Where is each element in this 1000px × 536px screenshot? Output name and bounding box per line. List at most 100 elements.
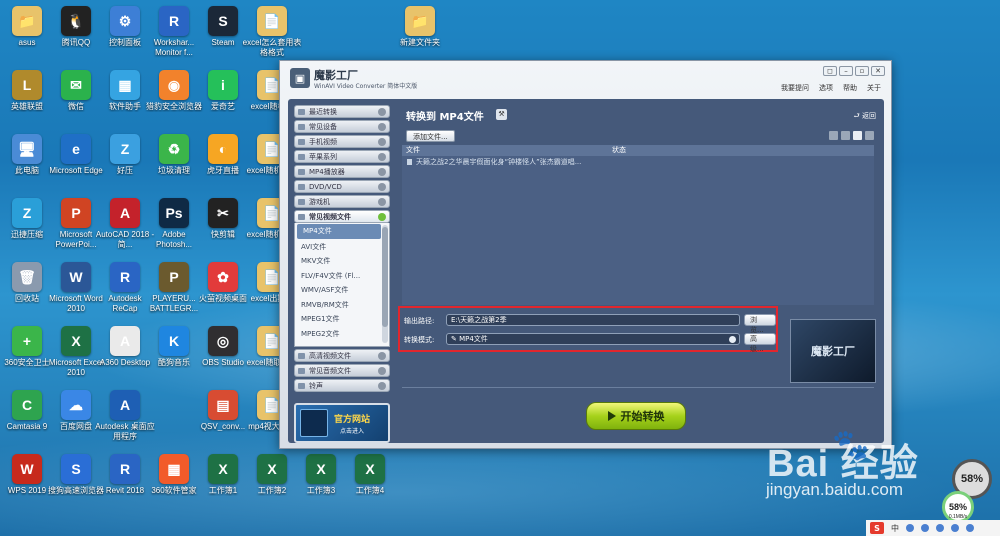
desktop-icon[interactable]: e Microsoft Edge xyxy=(49,134,103,176)
desktop-icon[interactable]: ♻ 垃圾清理 xyxy=(149,134,199,176)
desktop-icon[interactable]: ✿ 火萤视频桌面 xyxy=(198,262,248,304)
expand-icon[interactable] xyxy=(378,352,386,360)
format-item[interactable]: MP4文件 xyxy=(297,224,381,239)
desktop-icon[interactable]: 🖥 此电脑 xyxy=(2,134,52,176)
category-bottom-2[interactable]: 铃声 xyxy=(294,379,390,392)
desktop-icon[interactable]: ▦ 360软件管家 xyxy=(149,454,199,496)
view-large-icon[interactable] xyxy=(865,131,874,140)
desktop-icon[interactable]: Z 好压 xyxy=(100,134,150,176)
view-small-icon[interactable] xyxy=(853,131,862,140)
desktop-icon[interactable]: P PLAYERU... BATTLEGR... xyxy=(149,262,199,314)
output-path-field[interactable]: E:\天籁之战第2季 xyxy=(446,314,740,326)
desktop-icon[interactable]: ⚙ 控制面板 xyxy=(100,6,150,48)
desktop-icon[interactable]: 🐧 腾讯QQ xyxy=(51,6,101,48)
column-file[interactable]: 文件 xyxy=(406,145,420,156)
expand-icon[interactable] xyxy=(378,153,386,161)
menu-help[interactable]: 帮助 xyxy=(843,83,857,93)
expand-icon[interactable] xyxy=(378,198,386,206)
desktop-icon[interactable]: ▦ 软件助手 xyxy=(100,70,150,112)
desktop-icon[interactable]: R Revit 2018 xyxy=(100,454,150,496)
desktop-icon[interactable]: ▤ QSV_conv... xyxy=(198,390,248,432)
desktop-icon[interactable]: X 工作簿4 xyxy=(345,454,395,496)
maximize-button[interactable]: ▫ xyxy=(855,66,869,76)
category-bottom-0[interactable]: 高清视频文件 xyxy=(294,349,390,362)
category-bottom-1[interactable]: 常见音频文件 xyxy=(294,364,390,377)
mode-select[interactable]: ✎ MP4文件 xyxy=(446,333,740,345)
expand-icon[interactable] xyxy=(378,108,386,116)
desktop-icon[interactable]: R Workshar... Monitor f... xyxy=(149,6,199,58)
expand-icon[interactable] xyxy=(378,138,386,146)
desktop-icon[interactable]: A Autodesk 桌面应用程序 xyxy=(95,390,155,442)
add-file-button[interactable]: 添加文件... xyxy=(406,130,455,142)
desktop-icon[interactable]: A AutoCAD 2018 - 简... xyxy=(96,198,154,250)
category-6[interactable]: 游戏机 xyxy=(294,195,390,208)
desktop-icon[interactable]: X Microsoft Excel 2010 xyxy=(49,326,103,378)
desktop-icon[interactable]: 📁 新建文件夹 xyxy=(395,6,445,48)
expand-icon[interactable] xyxy=(378,183,386,191)
desktop-icon[interactable]: 🗑 回收站 xyxy=(2,262,52,304)
category-3[interactable]: 苹果系列 xyxy=(294,150,390,163)
column-status[interactable]: 状态 xyxy=(612,145,626,156)
window-titlebar[interactable]: ▣ 魔影工厂 WinAVI Video Converter 简体中文版 ◻ – … xyxy=(280,61,891,95)
sogou-ime-icon[interactable]: S xyxy=(870,522,884,534)
desktop-icon[interactable]: R Autodesk ReCap xyxy=(100,262,150,314)
official-site-banner[interactable]: 官方网站 点击进入 xyxy=(294,403,390,443)
category-4[interactable]: MP4播放器 xyxy=(294,165,390,178)
punctuation-icon[interactable] xyxy=(906,524,914,532)
browse-button[interactable]: 浏览... xyxy=(744,314,776,334)
speed-gauge[interactable]: 58% 0.1MB/s xyxy=(942,491,974,523)
format-item[interactable]: AVI文件 xyxy=(295,240,389,255)
skin-button[interactable]: ◻ xyxy=(823,66,837,76)
desktop-icon[interactable]: C Camtasia 9 xyxy=(2,390,52,432)
skin-icon[interactable] xyxy=(951,524,959,532)
menu-options[interactable]: 选项 xyxy=(819,83,833,93)
desktop-icon[interactable]: X 工作簿3 xyxy=(296,454,346,496)
minimize-button[interactable]: – xyxy=(839,66,853,76)
category-7[interactable]: 常见视频文件 xyxy=(294,210,390,223)
expand-icon[interactable] xyxy=(378,213,386,221)
desktop-icon[interactable]: W Microsoft Word 2010 xyxy=(49,262,103,314)
view-list-icon[interactable] xyxy=(829,131,838,140)
view-detail-icon[interactable] xyxy=(841,131,850,140)
desktop-icon[interactable]: ✂ 快剪辑 xyxy=(198,198,248,240)
format-item[interactable]: MKV文件 xyxy=(295,254,389,269)
desktop-icon[interactable]: X 工作簿2 xyxy=(247,454,297,496)
toolbox-icon[interactable] xyxy=(966,524,974,532)
close-button[interactable]: ✕ xyxy=(871,66,885,76)
settings-tool-icon[interactable]: ⚒ xyxy=(496,109,507,120)
menu-ask[interactable]: 我要提问 xyxy=(781,83,809,93)
desktop-icon[interactable]: ◉ 猎豹安全浏览器 xyxy=(146,70,202,112)
start-convert-button[interactable]: 开始转换 xyxy=(586,402,686,430)
desktop-icon[interactable]: ◎ OBS Studio xyxy=(198,326,248,368)
format-item[interactable]: MPEG2文件 xyxy=(295,327,389,342)
desktop-icon[interactable]: S 搜狗高速浏览器 xyxy=(48,454,104,496)
desktop-icon[interactable]: ☁ 百度网盘 xyxy=(51,390,101,432)
desktop-icon[interactable]: +360安全卫士 xyxy=(2,326,52,368)
format-item[interactable]: RMVB/RM文件 xyxy=(295,298,389,313)
dropdown-icon[interactable] xyxy=(729,336,736,343)
desktop-icon[interactable]: X 工作簿1 xyxy=(198,454,248,496)
desktop-icon[interactable]: Ps Adobe Photosh... xyxy=(149,198,199,250)
desktop-icon[interactable]: S Steam xyxy=(198,6,248,48)
format-list-scrollbar[interactable] xyxy=(382,225,388,343)
file-row[interactable]: 天籁之战2之华晨宇假面化身“钟楼怪人”张杰霸道唱... xyxy=(402,156,874,168)
back-button[interactable]: ⮐ 返回 xyxy=(853,111,876,123)
format-item[interactable]: WMV/ASF文件 xyxy=(295,283,389,298)
category-0[interactable]: 最近转换 xyxy=(294,105,390,118)
ime-language[interactable]: 中 xyxy=(891,523,899,534)
expand-icon[interactable] xyxy=(378,123,386,131)
desktop-icon[interactable]: W WPS 2019 xyxy=(2,454,52,496)
advanced-button[interactable]: 高级... xyxy=(744,333,776,353)
desktop-icon[interactable]: ◐ 虎牙直播 xyxy=(198,134,248,176)
desktop-icon[interactable]: Z 迅捷压缩 xyxy=(2,198,52,240)
desktop-icon[interactable]: 📄 excel怎么套用表格格式 xyxy=(243,6,301,58)
desktop-icon[interactable]: ✉ 微信 xyxy=(51,70,101,112)
expand-icon[interactable] xyxy=(378,168,386,176)
expand-icon[interactable] xyxy=(378,382,386,390)
format-item[interactable]: MPEG1文件 xyxy=(295,312,389,327)
format-item[interactable]: FLV/F4V文件 (Fl... xyxy=(295,269,389,284)
category-5[interactable]: DVD/VCD xyxy=(294,180,390,193)
mic-icon[interactable] xyxy=(921,524,929,532)
menu-about[interactable]: 关于 xyxy=(867,83,881,93)
category-2[interactable]: 手机视频 xyxy=(294,135,390,148)
